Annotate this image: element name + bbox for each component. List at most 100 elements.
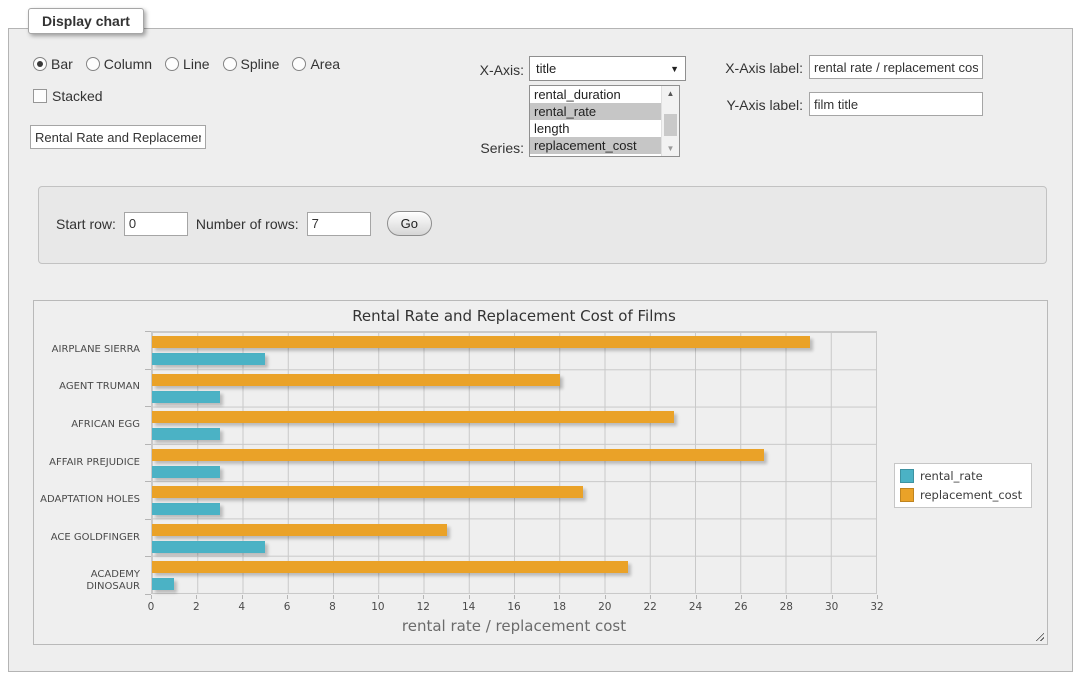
- x-axis-title: rental rate / replacement cost: [151, 617, 877, 635]
- stacked-checkbox-row[interactable]: Stacked: [33, 88, 103, 104]
- x-tick-label: 10: [371, 601, 384, 613]
- legend-item-replacement_cost: replacement_cost: [900, 488, 1022, 502]
- x-tick-label: 28: [780, 601, 793, 613]
- chart-type-option-spline[interactable]: Spline: [223, 56, 280, 72]
- y-axis-label-input[interactable]: [809, 92, 983, 116]
- chevron-down-icon: ▼: [670, 64, 679, 74]
- scroll-up-icon[interactable]: ▲: [662, 86, 679, 101]
- chart-type-option-bar[interactable]: Bar: [33, 56, 73, 72]
- bar-rental_rate: [152, 391, 220, 403]
- series-option-replacement_cost[interactable]: replacement_cost: [530, 137, 662, 154]
- series-option-rental_duration[interactable]: rental_duration: [530, 86, 662, 103]
- x-tick-mark: [650, 595, 651, 599]
- x-tick-label: 16: [507, 601, 520, 613]
- y-tick-mark: [145, 481, 151, 482]
- y-tick-label: ACE GOLDFINGER: [34, 532, 140, 544]
- bar-replacement_cost: [152, 524, 447, 536]
- series-listbox-scrollbar[interactable]: ▲ ▼: [661, 86, 679, 156]
- x-tick-mark: [605, 595, 606, 599]
- x-tick-label: 18: [553, 601, 566, 613]
- start-row-label: Start row:: [56, 216, 116, 232]
- stacked-checkbox[interactable]: [33, 89, 47, 103]
- radio-line[interactable]: [165, 57, 179, 71]
- radio-label: Spline: [241, 56, 280, 72]
- x-tick-mark: [378, 595, 379, 599]
- number-of-rows-input[interactable]: [307, 212, 371, 236]
- radio-label: Column: [104, 56, 152, 72]
- chart-type-radios: Bar Column Line Spline Area: [33, 56, 340, 72]
- radio-area[interactable]: [292, 57, 306, 71]
- x-tick-mark: [151, 595, 152, 599]
- y-tick-mark: [145, 406, 151, 407]
- x-tick-label: 4: [238, 601, 245, 613]
- x-tick-mark: [287, 595, 288, 599]
- panel-title: Display chart: [28, 8, 144, 34]
- x-tick-mark: [741, 595, 742, 599]
- chart-type-option-column[interactable]: Column: [86, 56, 152, 72]
- x-tick-label: 20: [598, 601, 611, 613]
- radio-label: Bar: [51, 56, 73, 72]
- y-tick-mark: [145, 369, 151, 370]
- x-tick-label: 12: [417, 601, 430, 613]
- series-option-length[interactable]: length: [530, 120, 662, 137]
- series-option-rental_rate[interactable]: rental_rate: [530, 103, 662, 120]
- number-of-rows-label: Number of rows:: [196, 216, 299, 232]
- y-tick-mark: [145, 331, 151, 332]
- query-box: Start row: Number of rows: Go: [38, 186, 1047, 264]
- x-tick-label: 30: [825, 601, 838, 613]
- start-row-input[interactable]: [124, 212, 188, 236]
- x-axis-label-input[interactable]: [809, 55, 983, 79]
- series-select-label: Series:: [424, 140, 524, 156]
- x-tick-mark: [786, 595, 787, 599]
- chart-legend: rental_rate replacement_cost: [894, 463, 1032, 508]
- x-tick-mark: [877, 595, 878, 599]
- x-tick-label: 24: [689, 601, 702, 613]
- chart-title: Rental Rate and Replacement Cost of Film…: [151, 307, 877, 325]
- x-tick-label: 8: [329, 601, 336, 613]
- scroll-down-icon[interactable]: ▼: [662, 141, 679, 156]
- chart-container: Rental Rate and Replacement Cost of Film…: [33, 300, 1048, 645]
- x-tick-mark: [196, 595, 197, 599]
- x-axis-selected-value: title: [536, 61, 670, 76]
- legend-label: rental_rate: [920, 469, 983, 483]
- x-tick-mark: [696, 595, 697, 599]
- chart-type-option-line[interactable]: Line: [165, 56, 209, 72]
- bar-rental_rate: [152, 466, 220, 478]
- go-button[interactable]: Go: [387, 211, 432, 236]
- x-tick-mark: [832, 595, 833, 599]
- plot-area: [151, 331, 877, 594]
- radio-bar[interactable]: [33, 57, 47, 71]
- bar-rental_rate: [152, 541, 265, 553]
- bar-replacement_cost: [152, 449, 764, 461]
- bar-replacement_cost: [152, 374, 560, 386]
- bar-replacement_cost: [152, 411, 674, 423]
- x-tick-mark: [514, 595, 515, 599]
- y-tick-mark: [145, 444, 151, 445]
- chart-title-input[interactable]: [30, 125, 206, 149]
- scrollbar-thumb[interactable]: [664, 114, 677, 136]
- x-tick-label: 32: [870, 601, 883, 613]
- x-tick-label: 0: [148, 601, 155, 613]
- bar-replacement_cost: [152, 336, 810, 348]
- x-axis-select[interactable]: title ▼: [529, 56, 686, 81]
- y-tick-label: AGENT TRUMAN: [34, 381, 140, 393]
- resize-handle-icon[interactable]: [1035, 632, 1044, 641]
- series-listbox[interactable]: rental_durationrental_ratelengthreplacem…: [529, 85, 680, 157]
- x-tick-label: 22: [643, 601, 656, 613]
- y-tick-label: AIRPLANE SIERRA: [34, 344, 140, 356]
- stacked-label: Stacked: [52, 88, 103, 104]
- x-tick-mark: [423, 595, 424, 599]
- y-tick-mark: [145, 519, 151, 520]
- bar-replacement_cost: [152, 486, 583, 498]
- y-tick-label: AFFAIR PREJUDICE: [34, 457, 140, 469]
- legend-item-rental_rate: rental_rate: [900, 469, 1022, 483]
- radio-column[interactable]: [86, 57, 100, 71]
- chart-type-option-area[interactable]: Area: [292, 56, 340, 72]
- x-axis-select-label: X-Axis:: [424, 62, 524, 78]
- radio-spline[interactable]: [223, 57, 237, 71]
- x-tick-mark: [333, 595, 334, 599]
- x-tick-label: 2: [193, 601, 200, 613]
- y-tick-label: ACADEMY DINOSAUR: [34, 569, 140, 593]
- legend-swatch: [900, 488, 914, 502]
- x-tick-label: 26: [734, 601, 747, 613]
